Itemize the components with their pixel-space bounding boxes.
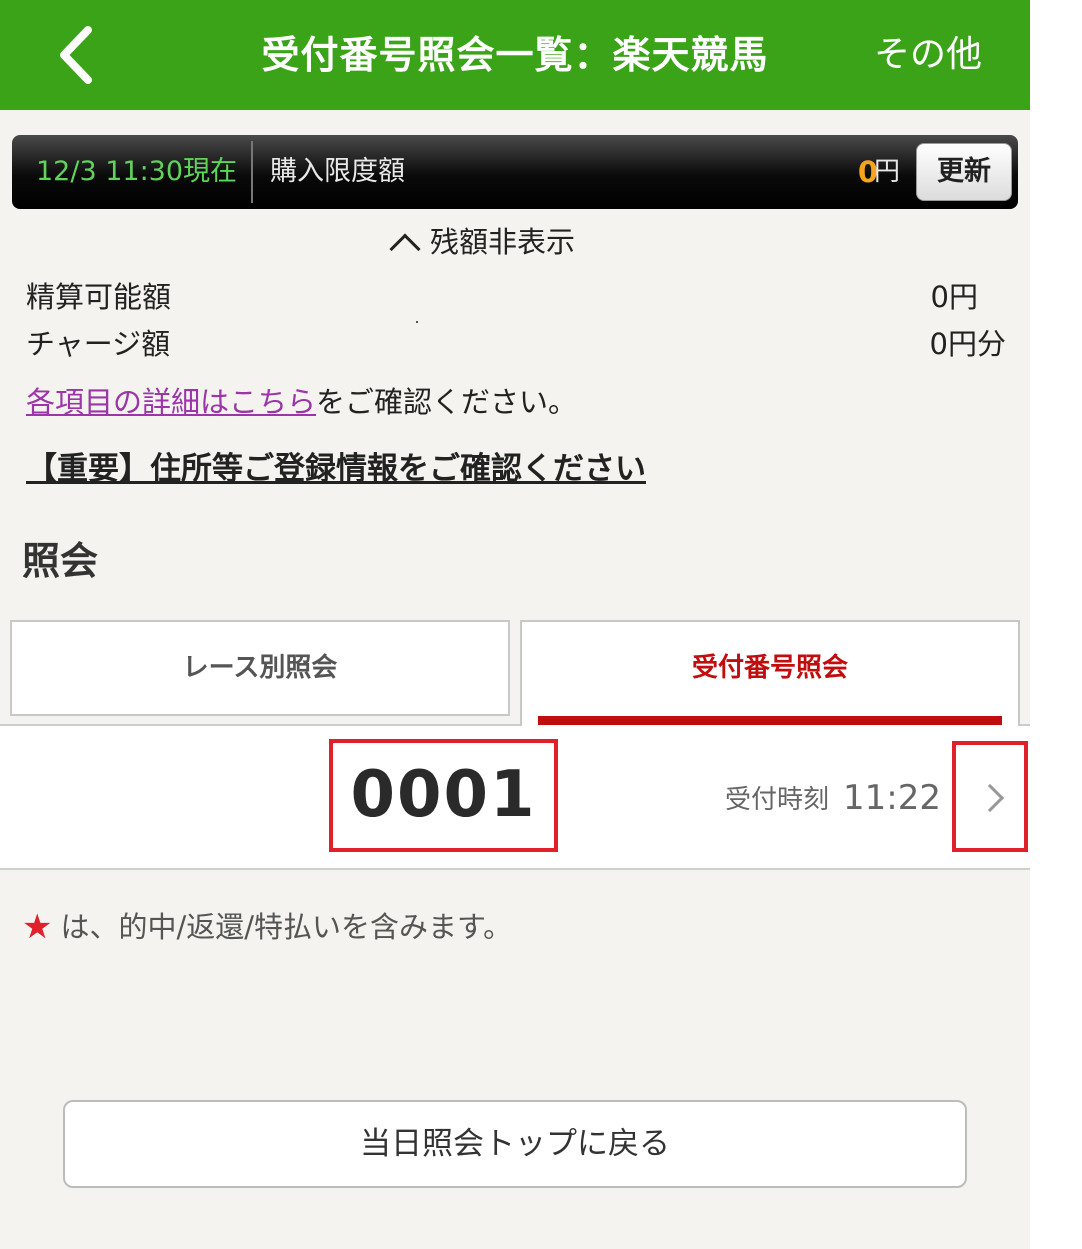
important-registration-link[interactable]: 【重要】住所等ご登録情報をご確認ください xyxy=(26,446,646,492)
balance-time: 12/3 11:30現在 xyxy=(36,156,238,187)
settlement-amount-value: 0円 xyxy=(930,280,978,314)
other-menu-button[interactable]: その他 xyxy=(874,0,982,110)
details-link[interactable]: 各項目の詳細はこちら xyxy=(26,385,316,419)
back-to-top-button[interactable]: 当日照会トップに戻る xyxy=(63,1100,967,1188)
chevron-right-icon xyxy=(975,783,1005,813)
charge-amount-value: 0円分 xyxy=(929,327,1006,361)
app-screen: 受付番号照会一覧：楽天競馬 その他 12/3 11:30現在 購入限度額 0 円… xyxy=(0,0,1030,1249)
balance-divider xyxy=(251,141,253,203)
star-icon: ★ xyxy=(22,907,53,947)
receipt-time-label: 受付時刻 xyxy=(725,785,830,815)
hit-note: ★ は、的中/返還/特払いを含みます。 xyxy=(22,903,512,949)
page-title: 受付番号照会一覧：楽天競馬 xyxy=(261,33,769,77)
receipt-list-item[interactable]: 0001 受付時刻 11:22 xyxy=(0,726,1030,870)
charge-amount-row: チャージ額 0円分 xyxy=(26,322,1006,366)
balance-bar: 12/3 11:30現在 購入限度額 0 円 更新 xyxy=(12,135,1018,209)
header-bar: 受付番号照会一覧：楽天競馬 その他 xyxy=(0,0,1030,110)
back-button[interactable] xyxy=(50,22,110,88)
charge-amount-label: チャージ額 xyxy=(26,327,171,361)
purchase-limit-label: 購入限度額 xyxy=(270,156,405,187)
settlement-amount-label: 精算可能額 xyxy=(26,280,172,314)
detail-arrow-highlight[interactable] xyxy=(952,741,1028,852)
receipt-time: 11:22 xyxy=(843,778,941,818)
hit-note-text: は、的中/返還/特払いを含みます。 xyxy=(60,910,513,944)
purchase-limit-unit: 円 xyxy=(873,157,900,187)
chevron-left-icon xyxy=(60,26,92,84)
tab-receipt-inquiry[interactable]: 受付番号照会 xyxy=(520,620,1020,726)
section-title: 照会 xyxy=(22,539,99,583)
hide-balance-label: 残額非表示 xyxy=(430,225,576,259)
receipt-number-highlight: 0001 xyxy=(329,739,558,852)
refresh-button[interactable]: 更新 xyxy=(916,143,1012,201)
details-suffix: をご確認ください。 xyxy=(316,385,578,419)
receipt-number: 0001 xyxy=(350,758,537,832)
chevron-up-icon xyxy=(389,233,421,265)
details-info-line: 各項目の詳細はこちらをご確認ください。 xyxy=(26,380,577,424)
settlement-amount-row: 精算可能額 0円 xyxy=(26,275,1006,319)
tab-race-inquiry[interactable]: レース別照会 xyxy=(10,620,510,716)
hide-balance-toggle[interactable]: 残額非表示 xyxy=(388,220,576,265)
active-tab-indicator xyxy=(538,716,1002,725)
